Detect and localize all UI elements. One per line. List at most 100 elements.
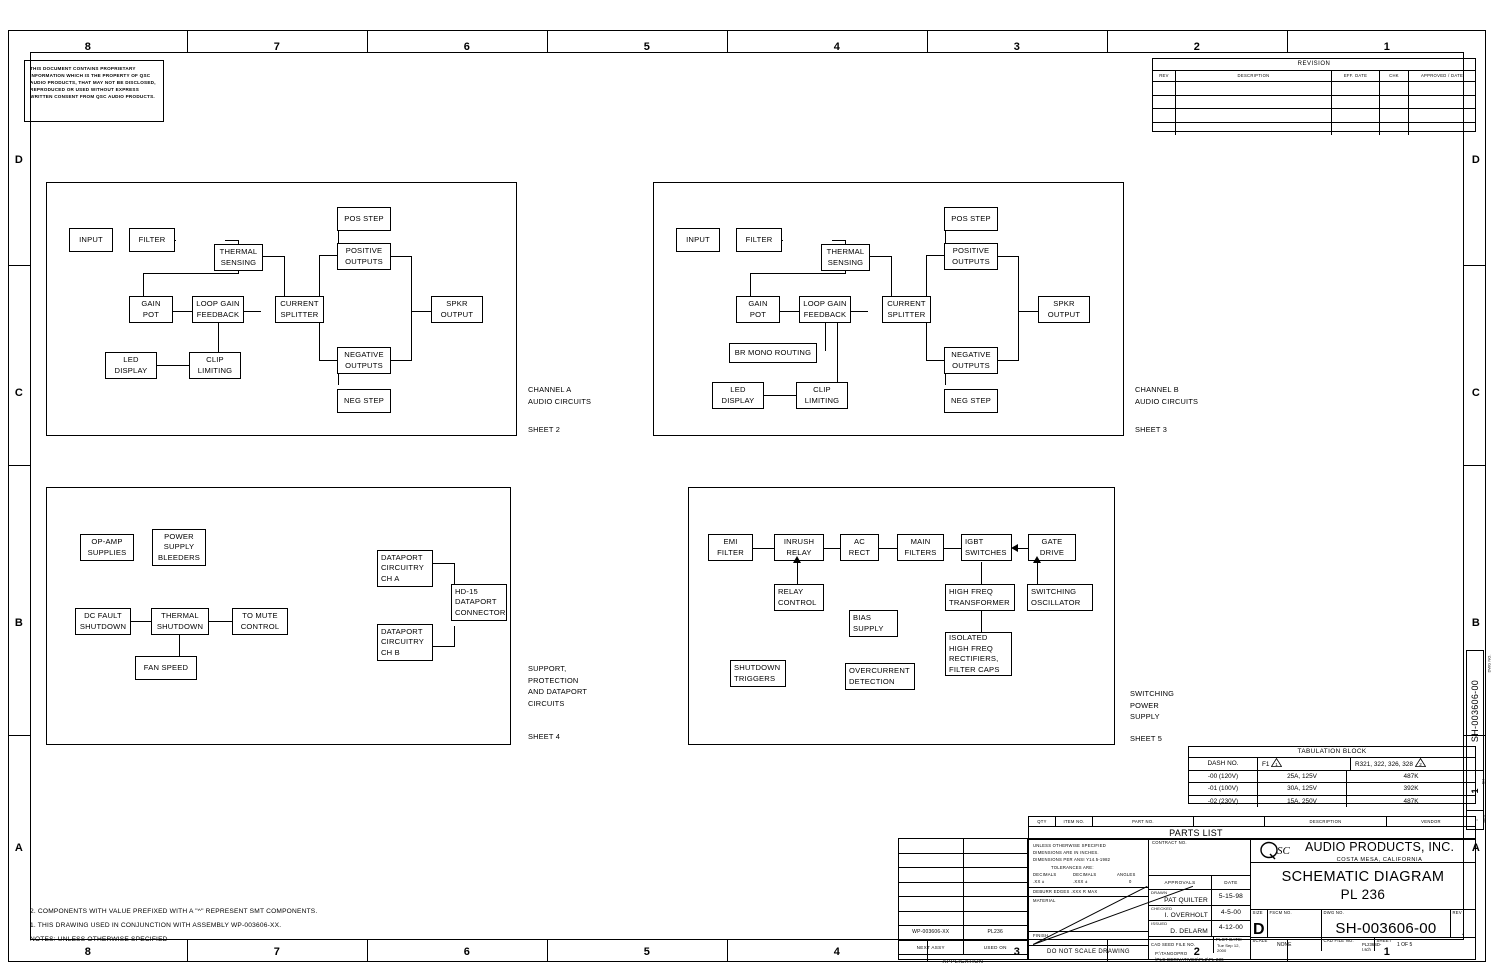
approval-row-issued: ISSUED D. DELARM 4-12-00 [1149, 921, 1250, 937]
edge-rev-label: REV [1481, 814, 1487, 823]
tabulation-block: TABULATION BLOCK DASH NO. F1 1 R321, 322… [1188, 746, 1476, 808]
revision-row [1153, 122, 1475, 136]
note-line-2: 2. COMPONENTS WITH VALUE PREFIXED WITH A… [30, 908, 318, 915]
tolerance-line-2: DIMENSIONS ARE IN INCHES. [1033, 850, 1099, 856]
tabulation-dash-value: -01 (100V) [1189, 783, 1258, 795]
fscm-label: FSCM NO. [1269, 910, 1292, 915]
company-row: SC AUDIO PRODUCTS, INC. COSTA MESA, CALI… [1251, 839, 1475, 863]
channel-b-panel: INPUT FILTER THERMAL SENSING POS STEP PO… [653, 182, 1124, 436]
drawn-label: DRAWN [1151, 890, 1168, 895]
tolerance-column-heads: DECIMALS DECIMALS ANGLES [1029, 871, 1148, 878]
tol-col2-value: .XXX ± [1073, 879, 1088, 885]
checked-date: 4-5-00 [1220, 908, 1242, 916]
tabulation-header-row: DASH NO. F1 1 R321, 322, 326, 328 2 [1189, 758, 1475, 771]
application-block: WP-003606-XX PL236 NEXT ASSY USED ON APP… [898, 838, 1028, 965]
flag-triangle-2-icon: 2 [1414, 758, 1426, 767]
block-gain-pot-a: GAIN POT [129, 296, 173, 323]
block-shutdown-triggers: SHUTDOWN TRIGGERS [730, 660, 786, 687]
contract-no-box: CONTRACT NO. [1149, 839, 1250, 876]
block-clip-limiting-a: CLIP LIMITING [189, 352, 241, 379]
tol-col3-value: 0 [1129, 879, 1132, 885]
used-on-label: USED ON [983, 944, 1007, 950]
approvals-label: APPROVALS [1149, 876, 1212, 889]
channel-b-caption-line2: AUDIO CIRCUITS [1135, 396, 1199, 406]
block-input-b: INPUT [676, 228, 720, 252]
revision-col-description: DESCRIPTION [1176, 71, 1332, 81]
cad-file-cell: CAD FILE NO. PL236SD-I.sch [1322, 938, 1382, 953]
approvals-section: CONTRACT NO. APPROVALS DATE DRAWN PAT QU… [1149, 839, 1251, 959]
notes-block: 2. COMPONENTS WITH VALUE PREFIXED WITH A… [30, 905, 317, 947]
block-filter-b: FILTER [736, 228, 782, 252]
psu-caption-line3: SUPPLY [1130, 712, 1160, 721]
tabulation-col-r321-label: R321, 322, 326, 328 [1355, 761, 1413, 768]
edge-dwg-no-value: SH-003606-00 [1470, 679, 1480, 742]
drawing-sheet: 8 7 6 5 4 3 2 1 8 7 6 5 4 3 2 1 D C B A … [0, 0, 1500, 971]
block-loop-gain-feedback-a: LOOP GAIN FEEDBACK [192, 296, 244, 323]
issued-label: ISSUED [1151, 921, 1168, 927]
tabulation-col-r321: R321, 322, 326, 328 2 [1351, 758, 1475, 770]
zone-col-5-bottom: 5 [643, 946, 651, 958]
file-path-line1: P:\TANGOPRO [1155, 951, 1188, 956]
tol-col1-value: .XX ± [1033, 879, 1045, 885]
revision-block: REVISION REV DESCRIPTION EFF. DATE CHK A… [1152, 58, 1476, 136]
rev-value: . [1461, 926, 1465, 938]
block-power-supply-bleeders: POWER SUPPLY BLEEDERS [152, 529, 206, 566]
tabulation-col-dash-no: DASH NO. [1189, 758, 1258, 770]
tabulation-col-f1-label: F1 [1262, 761, 1270, 768]
application-footer: APPLICATION [942, 959, 984, 965]
drawing-number-row: SIZE D FSCM NO. DWG NO. SH-003606-00 REV… [1251, 910, 1475, 938]
block-switching-oscillator: SWITCHING OSCILLATOR [1027, 584, 1093, 611]
edge-dwg-no-label: DWG NO. [1486, 654, 1492, 673]
title-identity-section: SC AUDIO PRODUCTS, INC. COSTA MESA, CALI… [1251, 839, 1475, 959]
dwg-no-cell: DWG NO. SH-003606-00 [1322, 910, 1451, 937]
tabulation-dash-value: -02 (230V) [1189, 795, 1258, 808]
company-name: AUDIO PRODUCTS, INC. [1305, 839, 1455, 854]
checked-label: CHECKED [1151, 905, 1173, 911]
block-clip-limiting-b: CLIP LIMITING [796, 382, 848, 409]
block-thermal-shutdown: THERMAL SHUTDOWN [151, 608, 209, 635]
block-dataport-circuitry-ch-b: DATAPORT CIRCUITRY CH B [377, 624, 433, 661]
material-label: MATERIAL [1029, 896, 1148, 931]
tabulation-f1-value: 15A, 250V [1258, 795, 1347, 808]
block-igbt-switches: IGBT SWITCHES [961, 534, 1012, 561]
revision-col-eff-date: EFF. DATE [1332, 71, 1380, 81]
block-high-freq-transformer: HIGH FREQ TRANSFORMER [945, 584, 1015, 611]
revision-row [1153, 82, 1475, 96]
revision-row [1153, 95, 1475, 110]
revision-title: REVISION [1153, 59, 1475, 71]
parts-col-part-no: PART NO. [1093, 817, 1194, 826]
support-caption-line2: PROTECTION [528, 675, 579, 685]
zone-col-8-top: 8 [84, 41, 92, 53]
revision-col-approved: APPROVED / DATE [1420, 73, 1464, 78]
zone-row-d-left: D [14, 154, 24, 166]
block-neg-step-b: NEG STEP [944, 389, 998, 413]
checked-name: I. OVERHOLT [1164, 912, 1208, 920]
tol-col3-head: ANGLES [1117, 871, 1136, 877]
sheet-cell: SHEET 1 OF 5 [1375, 938, 1475, 951]
do-not-scale-note: DO NOT SCALE DRAWING [1029, 945, 1148, 959]
block-ac-rect: AC RECT [840, 534, 879, 561]
plot-date-label: PLOT DATE: [1216, 936, 1243, 942]
tabulation-row: -00 (120V) 25A, 125V 487K [1189, 770, 1475, 784]
size-label: SIZE [1252, 910, 1263, 915]
edge-sheet-label: SH [1480, 778, 1486, 785]
proprietary-notice: THIS DOCUMENT CONTAINS PROPRIETARY INFOR… [24, 60, 164, 122]
zone-col-6-bottom: 6 [463, 946, 471, 958]
zone-col-7-bottom: 7 [273, 946, 281, 958]
size-value: D [1253, 921, 1265, 938]
drawn-name: PAT QUILTER [1164, 896, 1208, 904]
sheet-value: 1 OF 5 [1397, 941, 1413, 948]
block-hd15-dataport-connector: HD-15 DATAPORT CONNECTOR [451, 584, 507, 621]
zone-col-1-top: 1 [1383, 41, 1391, 53]
support-caption-line4: CIRCUITS [528, 698, 565, 708]
zone-col-2-top: 2 [1193, 41, 1201, 53]
block-spkr-output-a: SPKR OUTPUT [431, 296, 483, 323]
next-assy-value: WP-003606-XX [899, 926, 964, 940]
application-empty-row [899, 882, 1027, 897]
approvals-header-row: APPROVALS DATE [1149, 876, 1250, 890]
parts-col-item-no: ITEM NO. [1056, 817, 1093, 826]
arrow-relay-control-to-inrush [793, 556, 801, 563]
fscm-cell: FSCM NO. [1268, 910, 1322, 937]
channel-a-caption-line2: AUDIO CIRCUITS [528, 396, 592, 406]
support-caption-line1: SUPPORT, [528, 664, 567, 673]
